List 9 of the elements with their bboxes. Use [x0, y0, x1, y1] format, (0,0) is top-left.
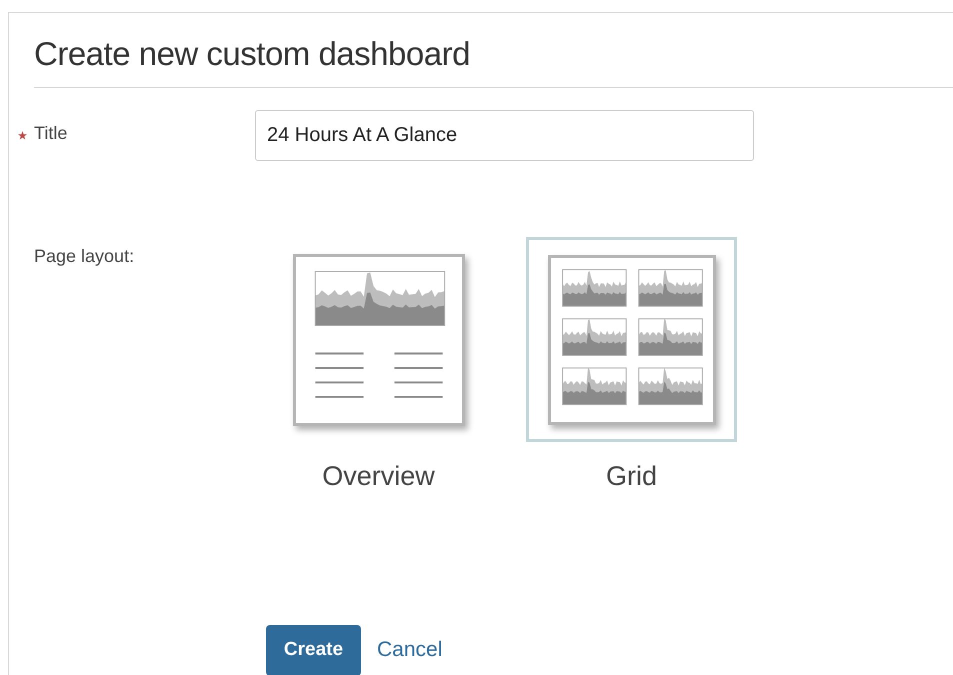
layout-option[interactable] [526, 237, 737, 442]
dialog-heading: Create new custom dashboard [34, 35, 470, 73]
field-label: Title [34, 122, 68, 145]
layout-label: Overview [322, 460, 435, 493]
field-label: Page layout: [34, 245, 136, 268]
title-input[interactable]: 24 Hours At A Glance [255, 110, 754, 161]
cancel-link[interactable]: Cancel [377, 634, 442, 666]
layout-label: Grid [606, 460, 657, 493]
create-button[interactable]: Create [266, 624, 361, 675]
